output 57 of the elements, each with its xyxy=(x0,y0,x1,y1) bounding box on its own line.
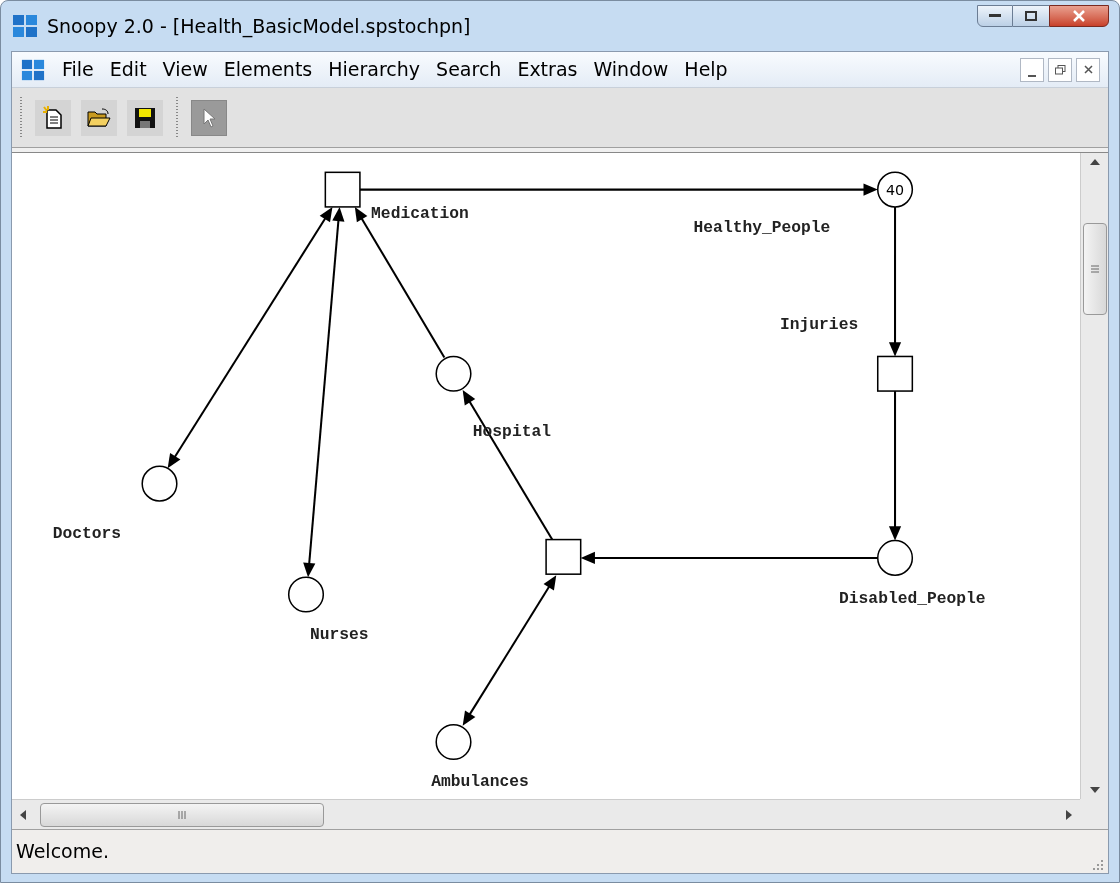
place-node xyxy=(876,539,914,576)
menu-item[interactable]: View xyxy=(154,55,216,84)
place-node xyxy=(435,723,472,761)
restore-icon xyxy=(1054,64,1066,75)
transition-node xyxy=(324,171,361,208)
node-label: Doctors xyxy=(52,523,121,543)
menu-item[interactable]: Edit xyxy=(101,55,155,84)
minimize-button[interactable] xyxy=(977,5,1013,27)
node-label: Injuries xyxy=(780,315,859,334)
grip-icon xyxy=(1090,265,1099,273)
place-node xyxy=(141,465,178,502)
app-logo-icon xyxy=(20,57,46,82)
scroll-left-icon xyxy=(20,809,26,820)
window-title: Snoopy 2.0 - [Health_BasicModel.spstochpn] xyxy=(47,13,471,40)
restore-button[interactable] xyxy=(1048,57,1072,82)
horizontal-scrollbar[interactable] xyxy=(12,799,1080,829)
pointer-icon xyxy=(201,106,217,129)
close-icon xyxy=(1083,65,1093,74)
app-logo-icon xyxy=(11,13,39,39)
scrollbar-thumb[interactable] xyxy=(40,802,324,827)
toolbar-button[interactable] xyxy=(81,99,117,136)
scroll-down-icon xyxy=(1089,787,1100,793)
minimize-button[interactable] xyxy=(1020,57,1044,82)
maximize-button[interactable] xyxy=(1013,5,1049,27)
scrollbar-thumb[interactable] xyxy=(1082,223,1107,315)
minimize-icon xyxy=(1028,74,1036,77)
scroll-right-icon xyxy=(1066,809,1072,820)
place-node xyxy=(287,576,325,613)
close-button[interactable] xyxy=(1049,5,1109,27)
scroll-up-icon xyxy=(1089,159,1100,165)
menu-item[interactable]: Extras xyxy=(509,55,586,84)
vertical-scrollbar[interactable] xyxy=(1080,153,1108,799)
node-label: Disabled_People xyxy=(839,588,986,608)
node-label: Ambulances xyxy=(431,771,529,791)
transition-node xyxy=(545,538,582,575)
restore-icon xyxy=(1025,11,1037,21)
menu-item[interactable]: Hierarchy xyxy=(320,55,429,84)
toolbar-button[interactable] xyxy=(127,99,163,136)
minimize-icon xyxy=(989,14,1001,18)
node-label: Healthy_People xyxy=(693,218,831,238)
grip-icon xyxy=(178,810,186,819)
menu-item[interactable]: File xyxy=(54,55,102,84)
menu-item[interactable]: Window xyxy=(585,55,677,84)
node-label: Medication xyxy=(371,204,469,224)
toolbar-button[interactable] xyxy=(35,99,71,136)
place-node: 40 xyxy=(876,171,914,208)
folder-icon xyxy=(86,106,112,129)
menu-item[interactable]: Help xyxy=(676,55,736,84)
new-document-icon xyxy=(42,105,64,130)
menu-item[interactable]: Search xyxy=(428,55,510,84)
status-text: Welcome. xyxy=(16,839,109,865)
place-node xyxy=(435,355,472,392)
node-label: Nurses xyxy=(310,625,369,645)
close-icon xyxy=(1072,10,1086,22)
menu-item[interactable]: Elements xyxy=(215,55,321,84)
transition-node xyxy=(876,355,914,392)
close-button[interactable] xyxy=(1076,57,1100,82)
